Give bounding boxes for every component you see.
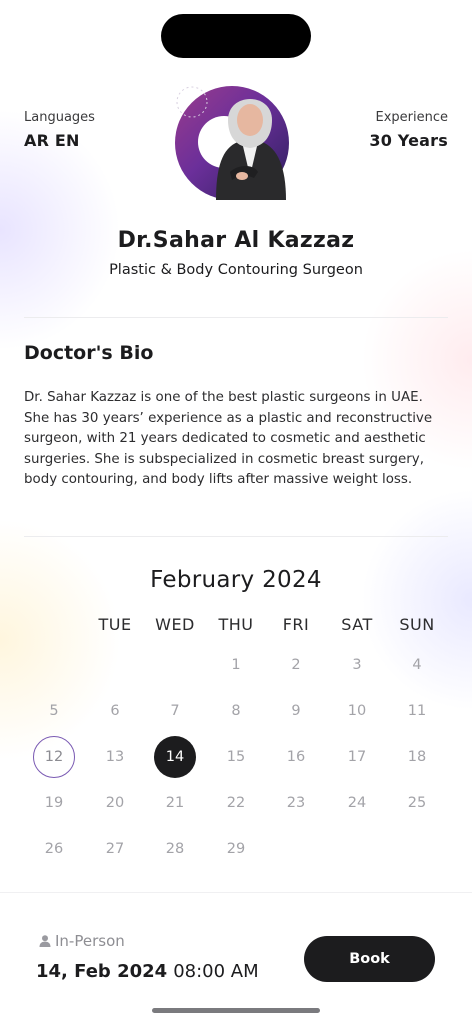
- languages-value: AR EN: [24, 131, 80, 150]
- calendar-day[interactable]: 13: [94, 736, 136, 778]
- calendar-day[interactable]: 18: [396, 736, 438, 778]
- calendar-day[interactable]: 6: [94, 690, 136, 732]
- home-indicator[interactable]: [152, 1008, 320, 1013]
- bio-heading: Doctor's Bio: [24, 342, 154, 364]
- calendar-day[interactable]: 19: [33, 782, 75, 824]
- doctor-avatar[interactable]: [172, 64, 296, 204]
- calendar-day-selected[interactable]: 14: [154, 736, 196, 778]
- calendar-day[interactable]: 5: [33, 690, 75, 732]
- calendar-day[interactable]: 1: [215, 644, 257, 686]
- calendar-day[interactable]: 24: [336, 782, 378, 824]
- divider: [24, 536, 448, 537]
- languages-label: Languages: [24, 110, 95, 125]
- calendar-day[interactable]: 28: [154, 828, 196, 870]
- calendar-day[interactable]: 16: [275, 736, 317, 778]
- calendar-day[interactable]: 17: [336, 736, 378, 778]
- divider: [24, 317, 448, 318]
- weekday-label: WED: [155, 615, 195, 634]
- calendar-day[interactable]: 4: [396, 644, 438, 686]
- experience-value: 30 Years: [369, 131, 448, 150]
- appointment-date: 14, Feb 2024: [36, 961, 168, 982]
- weekday-label: THU: [218, 615, 254, 634]
- calendar-day[interactable]: 9: [275, 690, 317, 732]
- weekday-label: FRI: [282, 615, 310, 634]
- calendar-month-title: February 2024: [150, 567, 322, 593]
- calendar-day[interactable]: 23: [275, 782, 317, 824]
- calendar-day[interactable]: 25: [396, 782, 438, 824]
- doctor-specialty: Plastic & Body Contouring Surgeon: [109, 262, 363, 278]
- calendar-day[interactable]: 15: [215, 736, 257, 778]
- appointment-time: 08:00 AM: [173, 961, 259, 982]
- calendar-day[interactable]: 10: [336, 690, 378, 732]
- calendar-day[interactable]: 3: [336, 644, 378, 686]
- languages-stat: Languages AR EN: [24, 110, 95, 150]
- calendar-day[interactable]: 27: [94, 828, 136, 870]
- calendar-day[interactable]: 26: [33, 828, 75, 870]
- calendar-day[interactable]: 21: [154, 782, 196, 824]
- doctor-name: Dr.Sahar Al Kazzaz: [117, 228, 355, 253]
- calendar-day[interactable]: 20: [94, 782, 136, 824]
- calendar-day[interactable]: 2: [275, 644, 317, 686]
- experience-stat: Experience 30 Years: [369, 110, 448, 150]
- avatar-illustration: [175, 86, 289, 200]
- calendar-day[interactable]: 12: [33, 736, 75, 778]
- calendar-day[interactable]: 7: [154, 690, 196, 732]
- appointment-mode-label: In-Person: [55, 932, 125, 950]
- weekday-label: SUN: [399, 615, 435, 634]
- experience-label: Experience: [375, 110, 449, 125]
- calendar-day[interactable]: 22: [215, 782, 257, 824]
- calendar-day[interactable]: 29: [215, 828, 257, 870]
- calendar-day[interactable]: 11: [396, 690, 438, 732]
- weekday-label: TUE: [98, 615, 132, 634]
- book-button[interactable]: Book: [304, 936, 435, 982]
- weekday-label: SAT: [341, 615, 373, 634]
- dynamic-island: [161, 14, 311, 58]
- appointment-mode: In-Person: [38, 932, 125, 950]
- appointment-datetime: 14, Feb 2024 08:00 AM: [36, 961, 259, 982]
- bio-text: Dr. Sahar Kazzaz is one of the best plas…: [24, 390, 433, 487]
- calendar-day[interactable]: 8: [215, 690, 257, 732]
- person-icon: [39, 935, 51, 947]
